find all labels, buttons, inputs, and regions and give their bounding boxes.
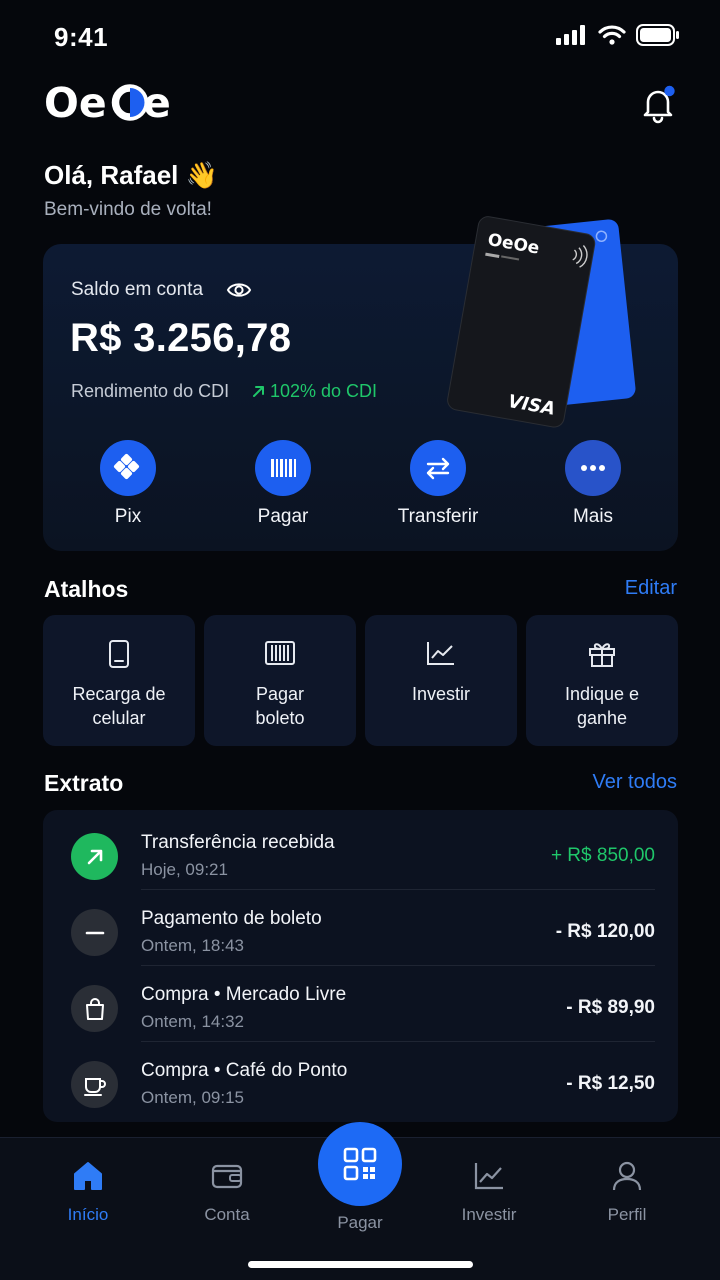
credit-card-illustration: OeOe VISA [440,208,640,433]
cdi-value-text: 102% do CDI [270,381,378,401]
status-time: 9:41 [54,22,109,52]
tab-pay-label: Pagar [337,1213,383,1232]
barcode-icon [271,459,296,477]
pay-action-label: Pagar [257,506,309,527]
transaction-icon-wrap [71,833,118,880]
status-icons [556,24,680,46]
shortcut-pay-bill-label: Pagar boleto [255,684,305,728]
phone-icon [109,640,129,668]
transaction-title: Pagamento de boleto [141,908,322,929]
transfer-icon [426,457,450,480]
wifi-icon [598,25,626,45]
chart-icon [474,1163,503,1190]
notification-button[interactable] [638,84,678,124]
eye-icon [226,283,252,297]
greeting-subtitle: Bem-vindo de volta! [44,199,212,220]
transfer-action-button[interactable]: Transferir [373,440,503,528]
wallet-icon [211,1164,243,1189]
shortcuts-edit-link[interactable]: Editar [625,577,677,600]
transaction-amount: - R$ 120,00 [555,921,655,942]
pay-action-circle [255,440,311,496]
transfer-action-circle [410,440,466,496]
greeting-title: Olá, Rafael 👋 [44,160,218,190]
shortcut-phone-recharge-label: Recarga de celular [72,684,166,728]
cdi-value: 102% do CDI [251,381,377,402]
transaction-title: Transferência recebida [141,832,335,853]
chart-icon [427,642,454,665]
pix-action-label: Pix [114,506,142,527]
svg-text:Oe: Oe [44,82,107,122]
balance-label: Saldo em conta [71,279,204,300]
tab-invest-label: Investir [461,1205,517,1224]
statement-see-all-link[interactable]: Ver todos [592,771,677,794]
transaction-date: Ontem, 18:43 [141,936,245,955]
arrow-up-right-icon [253,386,264,397]
shortcut-refer-earn-label: Indique e ganhe [564,684,640,728]
pix-action-button[interactable]: Pix [63,440,193,528]
user-icon [612,1161,642,1191]
minus-icon [85,931,104,934]
transaction-amount: - R$ 12,50 [566,1073,655,1094]
transaction-date: Ontem, 14:32 [141,1012,245,1031]
pix-icon [113,453,140,480]
cellular-signal-icon [556,25,585,45]
pay-action-button[interactable]: Pagar [218,440,348,528]
balance-value: R$ 3.256,78 [70,316,292,360]
shortcut-refer-earn[interactable]: Indique e ganhe [526,615,678,746]
coffee-icon [83,1077,106,1096]
svg-text:e: e [143,82,171,122]
transaction-date: Ontem, 09:15 [141,1088,245,1107]
transaction-title: Compra • Café do Ponto [141,1060,348,1081]
more-action-label: Mais [572,506,614,527]
pix-action-circle [100,440,156,496]
shortcut-invest[interactable]: Investir [365,615,517,746]
shortcut-invest-label: Investir [411,684,471,704]
shortcut-pay-bill[interactable]: Pagar boleto [204,615,356,746]
toggle-balance-visibility-button[interactable] [226,278,252,307]
tab-account-label: Conta [204,1205,250,1224]
gift-icon [589,643,615,667]
transaction-icon-wrap [71,1061,118,1108]
shopping-bag-icon [85,997,104,1020]
tab-profile[interactable]: Perfil [567,1160,687,1225]
shortcuts-title: Atalhos [44,576,129,602]
tab-profile-label: Perfil [607,1205,647,1224]
cdi-label: Rendimento do CDI [71,381,230,401]
home-indicator [248,1261,473,1268]
transaction-icon-wrap [71,909,118,956]
brand-logo: Oe e [44,79,172,127]
transaction-row[interactable]: Compra • Mercado Livre Ontem, 14:32 - R$… [43,966,678,1042]
transaction-date: Hoje, 09:21 [141,860,228,879]
more-action-button[interactable]: Mais [528,440,658,528]
transaction-row[interactable]: Compra • Café do Ponto Ontem, 09:15 - R$… [43,1042,678,1118]
more-icon [581,465,605,471]
battery-icon [636,24,679,46]
home-icon [74,1162,102,1190]
tab-pay-qr-button[interactable] [318,1122,402,1206]
tab-invest[interactable]: Investir [429,1160,549,1225]
shortcut-phone-recharge[interactable]: Recarga de celular [43,615,195,746]
transaction-row[interactable]: Transferência recebida Hoje, 09:21 + R$ … [43,814,678,890]
statement-title: Extrato [44,770,124,796]
qr-code-icon [343,1147,377,1181]
tab-account[interactable]: Conta [167,1160,287,1225]
bell-icon [643,85,675,124]
tab-home[interactable]: Início [28,1160,148,1225]
tab-home-label: Início [67,1205,109,1224]
arrow-up-right-icon [87,849,102,864]
transaction-amount: + R$ 850,00 [550,845,655,866]
transaction-icon-wrap [71,985,118,1032]
transaction-title: Compra • Mercado Livre [141,984,347,1005]
transaction-row[interactable]: Pagamento de boleto Ontem, 18:43 - R$ 12… [43,890,678,966]
transfer-action-label: Transferir [397,506,479,527]
barcode-icon [265,641,295,665]
transaction-amount: - R$ 89,90 [566,997,655,1018]
more-action-circle [565,440,621,496]
